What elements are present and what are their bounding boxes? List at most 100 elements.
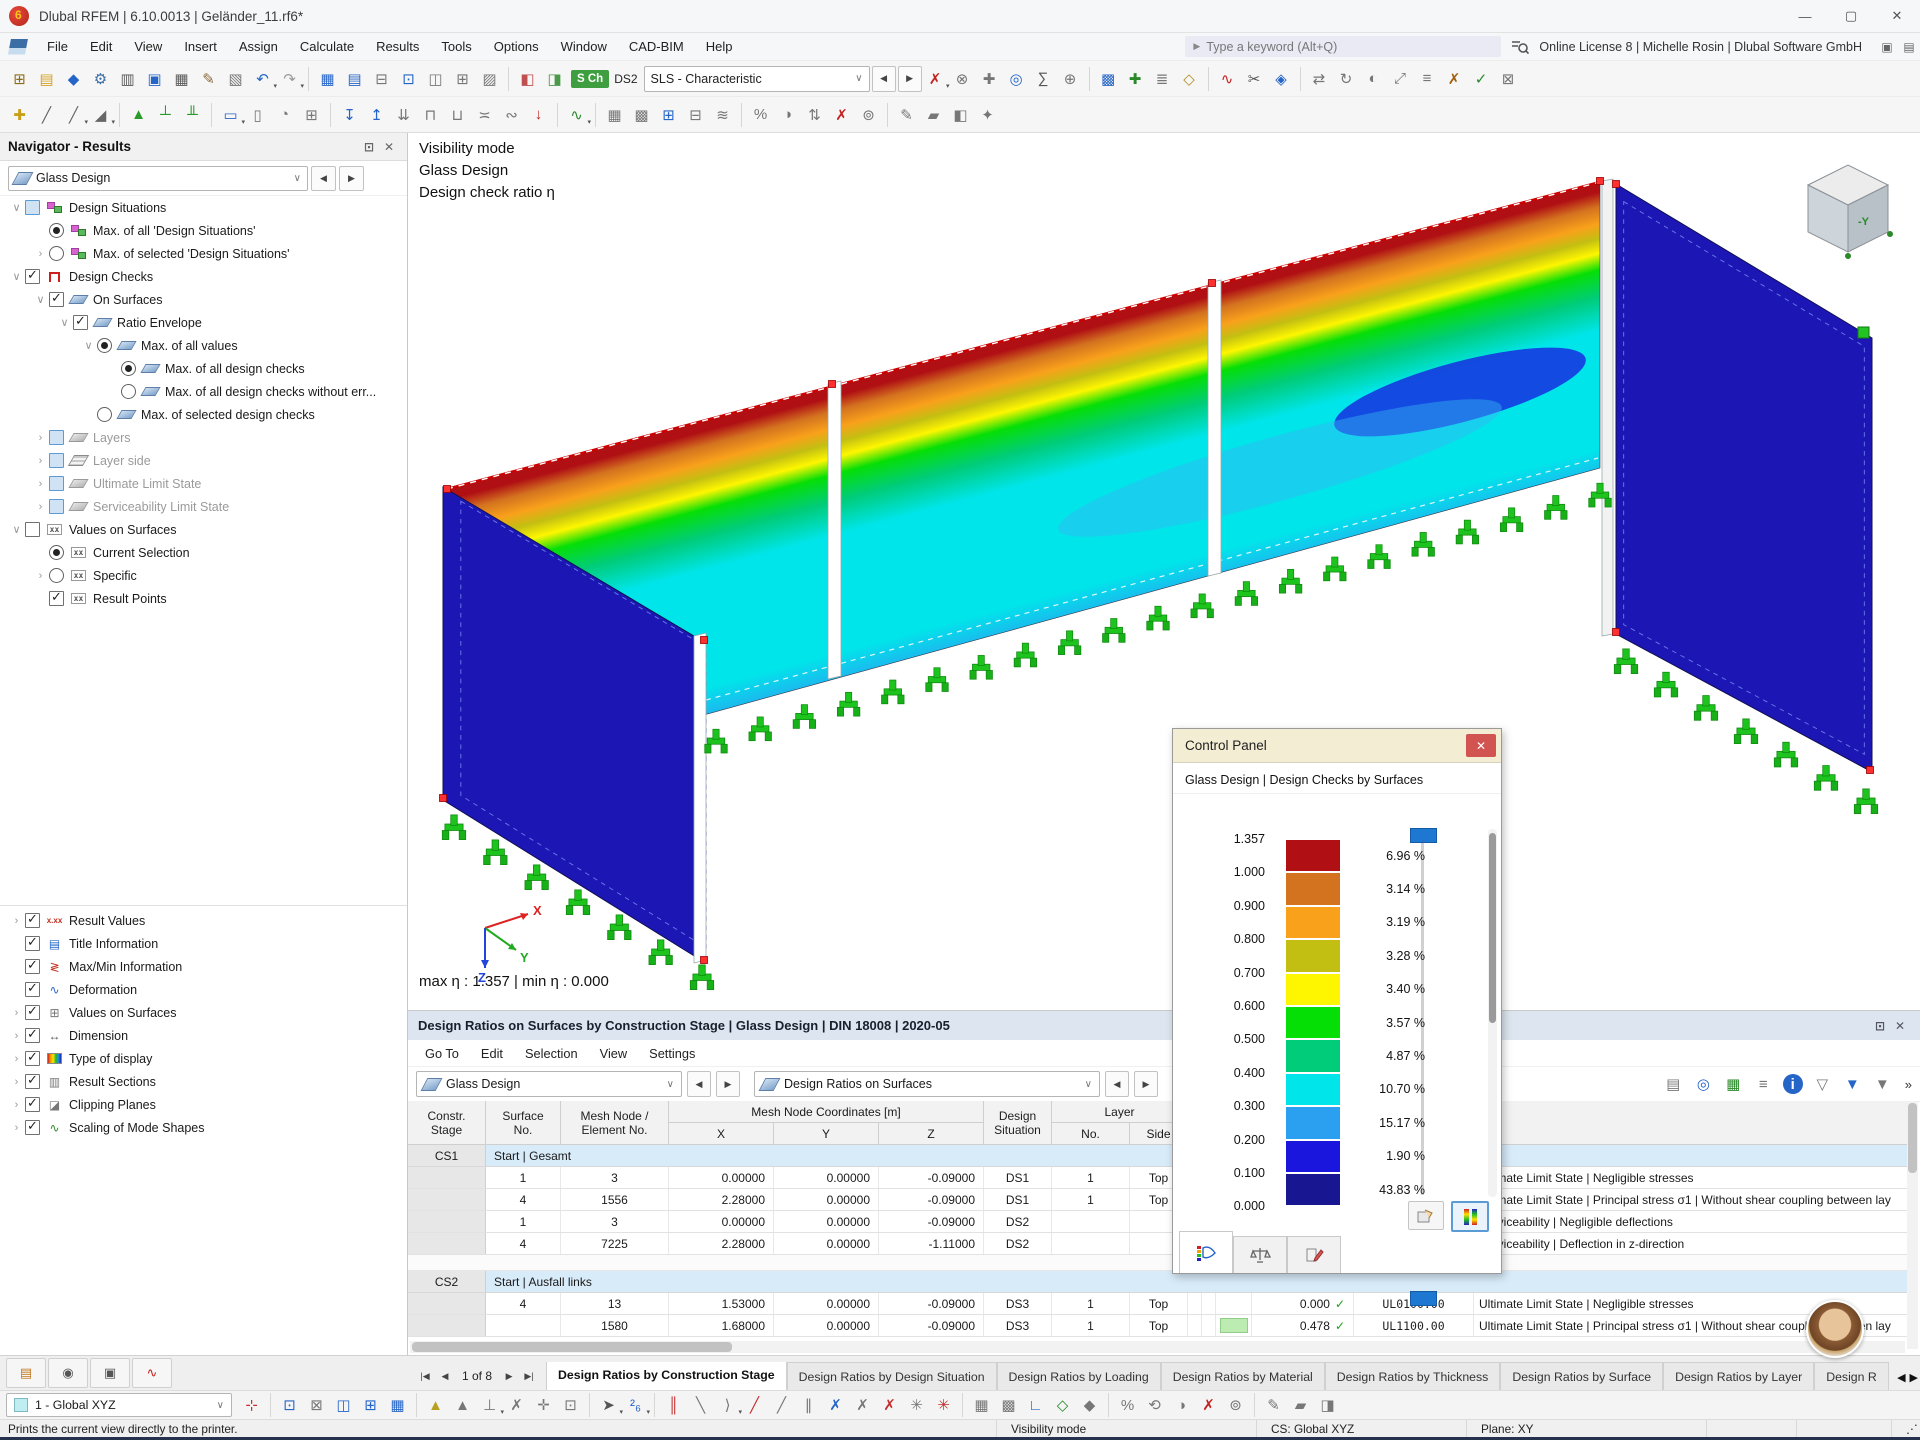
table-menu-go-to[interactable]: Go To xyxy=(414,1040,470,1066)
render2-icon[interactable]: ◈ xyxy=(1268,66,1295,92)
checkbox[interactable] xyxy=(25,982,40,997)
checkbox[interactable] xyxy=(49,591,64,606)
expander-icon[interactable]: ∨ xyxy=(32,293,49,306)
tab-factors[interactable] xyxy=(1233,1236,1287,1273)
select5-icon[interactable]: ▦ xyxy=(384,1392,411,1418)
plan-icon[interactable]: ⊞ xyxy=(449,66,476,92)
navigator-float-icon[interactable]: ⊡ xyxy=(359,140,379,154)
tree-item[interactable]: ∨Max. of all values xyxy=(0,334,407,357)
help-pane-icon[interactable]: ▤ xyxy=(1898,37,1920,57)
check-icon[interactable]: ✓ xyxy=(1468,66,1495,92)
menu-view[interactable]: View xyxy=(123,33,173,60)
guide2-icon[interactable]: ╲ xyxy=(687,1392,714,1418)
color-scale-options-button[interactable] xyxy=(1451,1201,1489,1232)
table-view-select[interactable]: Design Ratios on Surfaces ∨ xyxy=(754,1071,1100,1097)
checkbox[interactable] xyxy=(49,499,64,514)
redo-icon[interactable]: ↷▾ xyxy=(276,66,303,92)
model-viewport[interactable]: X Y Z -Y Visibility mode Glass Design De… xyxy=(409,133,1920,1010)
menu-insert[interactable]: Insert xyxy=(173,33,228,60)
snap3-icon[interactable]: ⊥▾ xyxy=(476,1392,503,1418)
tree-item[interactable]: ∨On Surfaces xyxy=(0,288,407,311)
table-menu-view[interactable]: View xyxy=(589,1040,639,1066)
zoom-icon[interactable]: ◎ xyxy=(1003,66,1030,92)
brush-icon[interactable]: ▰ xyxy=(920,102,947,128)
save-icon[interactable]: ▣ xyxy=(141,66,168,92)
tree-item[interactable]: ›↔Dimension xyxy=(0,1024,407,1047)
tab-scroll-left-icon[interactable]: ◀ xyxy=(1897,1371,1905,1384)
loop-icon[interactable]: ⟲ xyxy=(1141,1392,1168,1418)
expander-icon[interactable]: › xyxy=(32,432,49,444)
select2-icon[interactable]: ⊠ xyxy=(303,1392,330,1418)
color-scale[interactable]: 1.3571.0000.9000.8000.7000.6000.5000.400… xyxy=(1173,825,1501,1201)
expander-icon[interactable]: › xyxy=(8,915,25,927)
tree-item[interactable]: Max. of all design checks xyxy=(0,357,407,380)
result-type-select[interactable]: Glass Design ∨ xyxy=(8,166,308,191)
export-icon[interactable]: ▦ xyxy=(168,66,195,92)
menu-results[interactable]: Results xyxy=(365,33,430,60)
tree-item[interactable]: ›▥Result Sections xyxy=(0,1070,407,1093)
wand-icon[interactable]: ✦ xyxy=(974,102,1001,128)
tree-item[interactable]: Max. of all 'Design Situations' xyxy=(0,219,407,242)
load6-icon[interactable]: ≍ xyxy=(471,102,498,128)
expander-icon[interactable]: ∨ xyxy=(8,523,25,536)
table-tab-design-ratios-by-layer[interactable]: Design Ratios by Layer xyxy=(1663,1362,1814,1390)
table-tab-design-ratios-by-construction-stage[interactable]: Design Ratios by Construction Stage xyxy=(546,1362,787,1390)
checkbox[interactable] xyxy=(49,430,64,445)
dock-icon[interactable]: ▣ xyxy=(1876,37,1898,57)
menu-file[interactable]: File xyxy=(36,33,79,60)
table-horizontal-scrollbar[interactable] xyxy=(410,1341,1905,1353)
tree-item[interactable]: Current Selection xyxy=(0,541,407,564)
radio-button[interactable] xyxy=(49,545,64,560)
mirror3-icon[interactable]: ◑ xyxy=(1168,1392,1195,1418)
tree-item[interactable]: ∨Values on Surfaces xyxy=(0,518,407,541)
expander-icon[interactable]: › xyxy=(32,248,49,260)
table-view-prev-button[interactable]: ◀ xyxy=(1105,1071,1129,1097)
table-row[interactable]: 130.000000.00000-0.09000DS2Serviceabilit… xyxy=(408,1211,1908,1233)
navigator-tab-views[interactable]: ◉ xyxy=(48,1358,88,1388)
checkbox[interactable] xyxy=(25,1005,40,1020)
edit-scale-button[interactable] xyxy=(1408,1201,1444,1230)
tree-item[interactable]: ›◪Clipping Planes xyxy=(0,1093,407,1116)
move-icon[interactable]: ⇄ xyxy=(1306,66,1333,92)
coordinate-system-select[interactable]: 1 - Global XYZ ∨ xyxy=(6,1393,232,1417)
checkbox[interactable] xyxy=(25,200,40,215)
expander-icon[interactable]: › xyxy=(32,455,49,467)
support-icon[interactable]: ▲ xyxy=(125,102,152,128)
navigator-tab-camera[interactable]: ▣ xyxy=(90,1358,130,1388)
table-tab-design-ratios-by-surface[interactable]: Design Ratios by Surface xyxy=(1500,1362,1663,1390)
minimize-button[interactable]: — xyxy=(1782,0,1828,32)
views-icon[interactable]: ◫ xyxy=(422,66,449,92)
tree-item[interactable]: ∨Design Situations xyxy=(0,196,407,219)
next-table-button[interactable]: ▶ xyxy=(500,1366,518,1386)
tree-item[interactable]: ›Layer side xyxy=(0,449,407,472)
filter-clear-icon[interactable]: ▽ xyxy=(1809,1071,1836,1097)
tree-item[interactable]: ›Layers xyxy=(0,426,407,449)
tree-item[interactable]: ∨Design Checks xyxy=(0,265,407,288)
guide11-icon[interactable]: ✳ xyxy=(930,1392,957,1418)
menu-options[interactable]: Options xyxy=(483,33,550,60)
table-sort-icon[interactable]: ≡ xyxy=(1750,1071,1777,1097)
load1-icon[interactable]: ↧ xyxy=(336,102,363,128)
table-row[interactable]: 415562.280000.00000-0.09000DS11TopUltima… xyxy=(408,1189,1908,1211)
table-row[interactable]: 4131.530000.00000-0.09000DS31Top0.000✓UL… xyxy=(408,1293,1908,1315)
ortho-icon[interactable]: ∟ xyxy=(1022,1392,1049,1418)
line-icon[interactable]: ╱ xyxy=(33,102,60,128)
gear2-icon[interactable]: ⊚ xyxy=(855,102,882,128)
tree-item[interactable]: Result Points xyxy=(0,587,407,610)
load-combination-select[interactable]: SLS - Characteristic∨ xyxy=(644,66,870,92)
del-icon[interactable]: ✗ xyxy=(1195,1392,1222,1418)
radio-button[interactable] xyxy=(49,568,64,583)
scale-icon[interactable]: ⤢ xyxy=(1387,66,1414,92)
snap5-icon[interactable]: ✛ xyxy=(530,1392,557,1418)
tree-item[interactable]: ›x.xxResult Values xyxy=(0,909,407,932)
line2-icon[interactable]: ╱▾ xyxy=(60,102,87,128)
filter-settings-icon[interactable]: ▼ xyxy=(1869,1071,1896,1097)
expander-icon[interactable]: › xyxy=(8,1122,25,1134)
checkbox[interactable] xyxy=(73,315,88,330)
delete-results-icon[interactable]: ✗▾ xyxy=(922,66,949,92)
add-values-icon[interactable]: ✚ xyxy=(976,66,1003,92)
surface-icon[interactable]: ▭▾ xyxy=(217,102,244,128)
snip-icon[interactable]: ✂ xyxy=(1241,66,1268,92)
fem-icon[interactable]: ⊟ xyxy=(682,102,709,128)
fill-icon[interactable]: ◧ xyxy=(947,102,974,128)
